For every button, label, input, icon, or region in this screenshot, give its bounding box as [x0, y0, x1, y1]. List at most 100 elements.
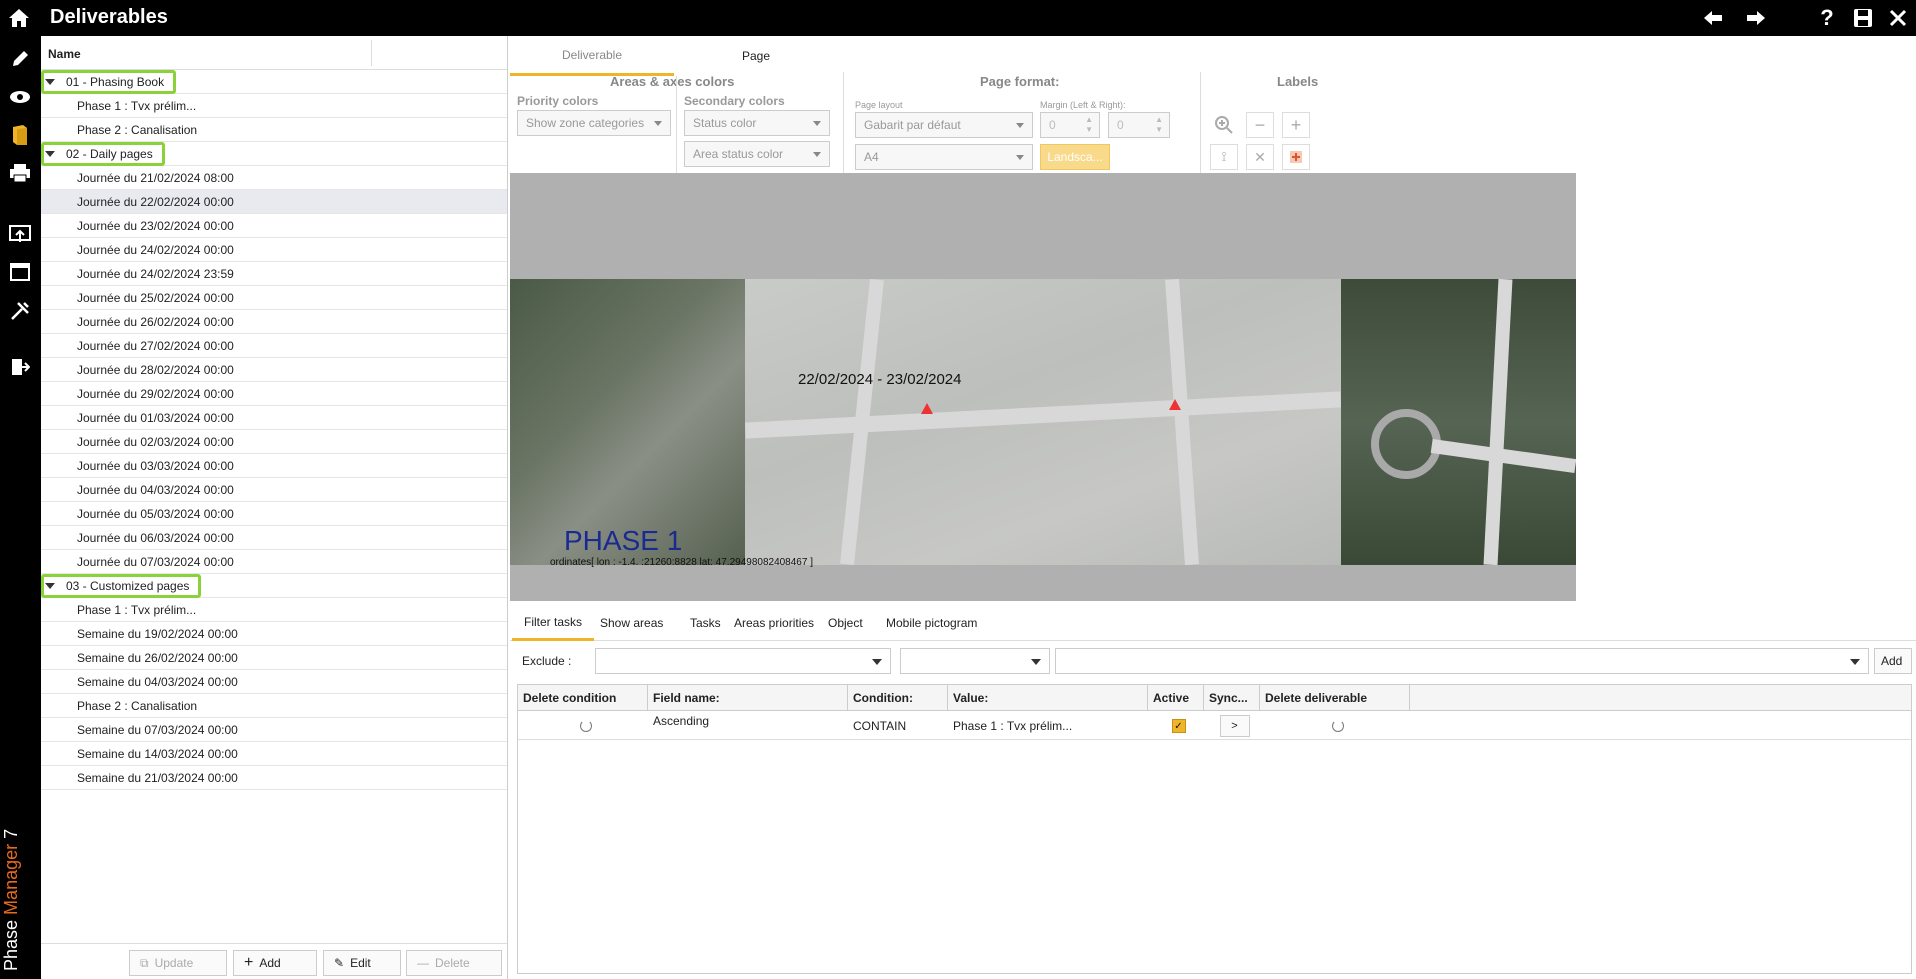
column-header[interactable]: Sync... — [1204, 685, 1260, 711]
tools-icon[interactable] — [7, 298, 33, 324]
tab-deliverable[interactable]: Deliverable — [510, 36, 674, 76]
tree-item[interactable]: Journée du 07/03/2024 00:00 — [41, 550, 507, 574]
tools-icon[interactable]: ✕ — [1246, 144, 1274, 170]
tab-page[interactable]: Page — [674, 36, 838, 76]
tree-item[interactable]: Semaine du 21/03/2024 00:00 — [41, 766, 507, 790]
secondary-colors-label: Secondary colors — [684, 94, 785, 108]
paper-size-combo[interactable]: A4 — [855, 144, 1033, 170]
tree-item[interactable]: Semaine du 14/03/2024 00:00 — [41, 742, 507, 766]
tree-item[interactable]: Journée du 05/03/2024 00:00 — [41, 502, 507, 526]
delete-condition-cell[interactable] — [518, 712, 648, 740]
plus-icon[interactable]: + — [1282, 112, 1310, 138]
delete-deliverable-icon[interactable] — [1331, 720, 1344, 732]
landscape-button[interactable]: Landsca... — [1040, 144, 1110, 170]
tree-item[interactable]: Journée du 25/02/2024 00:00 — [41, 286, 507, 310]
delete-button[interactable]: — Delete — [406, 950, 502, 976]
tab-object[interactable]: Object — [816, 605, 875, 641]
tree-item[interactable]: Journée du 01/03/2024 00:00 — [41, 406, 507, 430]
tree-item[interactable]: Phase 1 : Tvx prélim... — [41, 598, 507, 622]
margin-right-input[interactable]: 0 ▲ ▼ — [1108, 112, 1170, 138]
add-button[interactable]: + Add — [233, 950, 317, 976]
printer-icon[interactable] — [7, 160, 33, 186]
home-icon[interactable] — [6, 5, 32, 31]
zoom-icon[interactable] — [1210, 112, 1238, 138]
tree-item[interactable]: Semaine du 19/02/2024 00:00 — [41, 622, 507, 646]
map-preview[interactable]: 22/02/2024 - 23/02/2024 PHASE 1 ordinate… — [510, 173, 1576, 601]
save-icon[interactable] — [1852, 7, 1874, 29]
column-header[interactable]: Condition: — [848, 685, 948, 711]
condition-cell[interactable]: CONTAIN — [848, 712, 948, 740]
tab-show-areas[interactable]: Show areas — [588, 605, 675, 641]
tree-item[interactable]: Journée du 24/02/2024 23:59 — [41, 262, 507, 286]
tree-item[interactable]: Journée du 21/02/2024 08:00 — [41, 166, 507, 190]
column-header[interactable]: Value: — [948, 685, 1148, 711]
status-color-combo[interactable]: Status color — [684, 110, 830, 136]
logout-icon[interactable] — [7, 354, 33, 380]
tree-item[interactable]: Journée du 23/02/2024 00:00 — [41, 214, 507, 238]
calendar-icon[interactable] — [7, 258, 33, 284]
chevron-down-icon — [1031, 659, 1041, 665]
tree-group[interactable]: 03 - Customized pages — [41, 573, 507, 598]
tree-item[interactable]: Journée du 29/02/2024 00:00 — [41, 382, 507, 406]
book-icon[interactable] — [7, 122, 33, 148]
field-name-cell[interactable]: Ascending — [648, 712, 848, 740]
tree-item[interactable]: Journée du 26/02/2024 00:00 — [41, 310, 507, 334]
tree-item[interactable]: Phase 2 : Canalisation — [41, 118, 507, 142]
exclude-condition-select[interactable] — [900, 648, 1050, 674]
tree-item[interactable]: Journée du 02/03/2024 00:00 — [41, 430, 507, 454]
column-header[interactable]: Delete condition — [518, 685, 648, 711]
warning-marker-icon[interactable] — [921, 403, 933, 414]
column-header[interactable]: Active — [1148, 685, 1204, 711]
arrow-right-icon[interactable] — [1745, 7, 1767, 29]
upload-screen-icon[interactable] — [7, 222, 33, 248]
tree-item[interactable]: Journée du 27/02/2024 00:00 — [41, 334, 507, 358]
column-header[interactable]: Delete deliverable — [1260, 685, 1410, 711]
edit-button[interactable]: ✎ Edit — [323, 950, 401, 976]
chevron-down-icon — [1016, 155, 1024, 160]
minus-icon[interactable]: − — [1246, 112, 1274, 138]
table-row[interactable]: Ascending CONTAIN Phase 1 : Tvx prélim..… — [518, 712, 1911, 740]
tree-item[interactable]: Phase 2 : Canalisation — [41, 694, 507, 718]
ruler-icon[interactable]: ⟟ — [1210, 144, 1238, 170]
delete-deliverable-cell[interactable] — [1260, 712, 1410, 740]
tree-group[interactable]: 01 - Phasing Book — [41, 69, 507, 94]
add-filter-button[interactable]: Add — [1874, 648, 1912, 674]
close-icon[interactable] — [1887, 7, 1909, 29]
tree-item[interactable]: Semaine du 26/02/2024 00:00 — [41, 646, 507, 670]
sync-button[interactable]: > — [1219, 715, 1250, 737]
column-header[interactable]: Field name: — [648, 685, 848, 711]
active-checkbox[interactable]: ✓ — [1171, 719, 1186, 733]
active-cell[interactable]: ✓ — [1148, 712, 1204, 740]
spin-arrows-icon[interactable]: ▲ ▼ — [1155, 115, 1163, 135]
add-label-icon[interactable] — [1282, 144, 1310, 170]
exclude-field-select[interactable] — [595, 648, 891, 674]
tree-item[interactable]: Phase 1 : Tvx prélim... — [41, 94, 507, 118]
tab-mobile-pictogram[interactable]: Mobile pictogram — [874, 605, 989, 641]
tab-filter-tasks[interactable]: Filter tasks — [512, 605, 595, 641]
priority-colors-combo[interactable]: Show zone categories — [517, 110, 671, 136]
tree-group[interactable]: 02 - Daily pages — [41, 141, 507, 166]
value-cell[interactable]: Phase 1 : Tvx prélim... — [948, 712, 1148, 740]
margin-left-input[interactable]: 0 ▲ ▼ — [1040, 112, 1100, 138]
area-status-color-combo[interactable]: Area status color — [684, 141, 830, 167]
pencil-icon[interactable] — [7, 46, 33, 72]
tree-item[interactable]: Semaine du 04/03/2024 00:00 — [41, 670, 507, 694]
tree-item[interactable]: Journée du 03/03/2024 00:00 — [41, 454, 507, 478]
warning-marker-icon[interactable] — [1169, 399, 1181, 410]
tree-item[interactable]: Journée du 06/03/2024 00:00 — [41, 526, 507, 550]
help-icon[interactable]: ? — [1816, 5, 1838, 30]
tree-item[interactable]: Journée du 22/02/2024 00:00 — [41, 190, 507, 214]
tree-item[interactable]: Semaine du 07/03/2024 00:00 — [41, 718, 507, 742]
tree-item[interactable]: Journée du 28/02/2024 00:00 — [41, 358, 507, 382]
tab-areas-priorities[interactable]: Areas priorities — [722, 605, 826, 641]
spin-arrows-icon[interactable]: ▲ ▼ — [1085, 115, 1093, 135]
page-layout-combo[interactable]: Gabarit par défaut — [855, 112, 1033, 138]
eye-icon[interactable] — [7, 84, 33, 110]
delete-condition-icon[interactable] — [579, 720, 592, 732]
update-button[interactable]: ⧉ Update — [129, 950, 227, 976]
exclude-value-select[interactable] — [1055, 648, 1869, 674]
sync-cell[interactable]: > — [1204, 712, 1260, 740]
arrow-left-icon[interactable] — [1702, 7, 1724, 29]
tree-item[interactable]: Journée du 24/02/2024 00:00 — [41, 238, 507, 262]
tree-item[interactable]: Journée du 04/03/2024 00:00 — [41, 478, 507, 502]
